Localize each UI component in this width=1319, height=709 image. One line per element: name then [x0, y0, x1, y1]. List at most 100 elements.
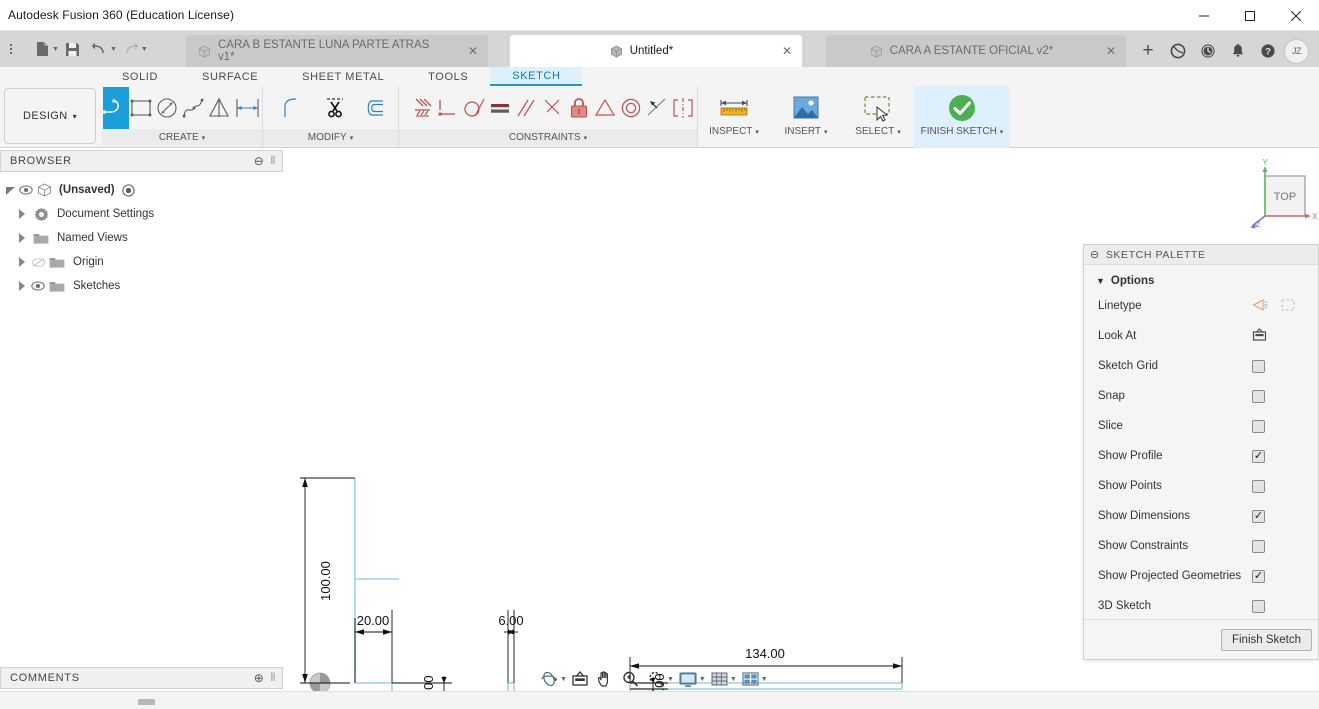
- offset-tool[interactable]: [356, 87, 397, 129]
- chevron-down-icon[interactable]: ▼: [110, 46, 117, 53]
- document-tab-1[interactable]: Untitled* ✕: [510, 35, 802, 67]
- viewports-icon[interactable]: [738, 667, 763, 691]
- symmetry-constraint[interactable]: [670, 87, 696, 129]
- maximize-button[interactable]: [1227, 0, 1273, 31]
- sketch-dimension-tool[interactable]: [233, 87, 263, 129]
- add-comment-icon[interactable]: ⊕: [254, 671, 265, 685]
- tree-item-origin[interactable]: Origin: [0, 250, 283, 274]
- construction-line-icon[interactable]: [1252, 298, 1268, 315]
- dim-100-label[interactable]: 100.00: [318, 561, 333, 601]
- ribbon-tab-solid[interactable]: SOLID: [100, 67, 180, 86]
- tree-item-named-views[interactable]: Named Views: [0, 226, 283, 250]
- horizontal-vertical-constraint[interactable]: [409, 87, 435, 129]
- options-section-header[interactable]: ▼ Options: [1084, 265, 1318, 291]
- equal-constraint[interactable]: [487, 87, 513, 129]
- workspace-switcher-button[interactable]: DESIGN ▾: [4, 88, 96, 144]
- zoom-icon[interactable]: [618, 667, 643, 691]
- panel-create-label[interactable]: CREATE ▾: [102, 129, 262, 146]
- parallel-constraint[interactable]: [513, 87, 539, 129]
- trim-tool[interactable]: [316, 87, 357, 129]
- visibility-eye-icon[interactable]: [30, 281, 46, 291]
- insert-button[interactable]: INSERT ▾: [770, 86, 842, 148]
- mirror-tool[interactable]: [207, 87, 233, 129]
- expander-icon[interactable]: [14, 209, 30, 219]
- rectangle-tool[interactable]: [129, 87, 155, 129]
- avatar[interactable]: JZ: [1284, 38, 1309, 64]
- look-at-icon[interactable]: [568, 667, 592, 691]
- expander-icon[interactable]: [14, 233, 30, 243]
- close-button[interactable]: [1273, 0, 1319, 31]
- line-tool[interactable]: [103, 86, 129, 129]
- collapse-icon[interactable]: ⊖: [1090, 248, 1100, 261]
- ribbon-tab-tools[interactable]: TOOLS: [406, 67, 490, 86]
- centerline-icon[interactable]: [1280, 298, 1296, 315]
- show-projected-geometries-checkbox[interactable]: ✓: [1252, 569, 1265, 583]
- grid-snaps-icon[interactable]: [707, 667, 732, 691]
- close-icon[interactable]: ✕: [468, 44, 478, 58]
- display-settings-icon[interactable]: [675, 667, 701, 691]
- pan-icon[interactable]: [593, 667, 617, 691]
- spline-tool[interactable]: [181, 87, 207, 129]
- chevron-down-icon[interactable]: ▼: [699, 676, 706, 683]
- look-at-icon[interactable]: [1252, 327, 1267, 345]
- timeline-bar[interactable]: [0, 691, 1319, 709]
- view-cube[interactable]: TOP Y X Z: [1243, 158, 1318, 230]
- slice-checkbox[interactable]: [1252, 419, 1265, 433]
- snap-checkbox[interactable]: [1252, 389, 1265, 403]
- show-profile-checkbox[interactable]: ✓: [1252, 449, 1265, 463]
- close-icon[interactable]: ✕: [1106, 44, 1116, 58]
- tree-item-unsaved[interactable]: (Unsaved): [0, 178, 283, 202]
- dim-20-label[interactable]: 20.00: [357, 613, 390, 628]
- orbit-icon[interactable]: [536, 667, 562, 691]
- grip-icon[interactable]: ⦀: [270, 155, 276, 168]
- panel-constraints-label[interactable]: CONSTRAINTS ▾: [399, 129, 697, 146]
- save-icon[interactable]: [60, 34, 86, 64]
- tree-item-sketches[interactable]: Sketches: [0, 274, 283, 298]
- recent-icon[interactable]: [1194, 36, 1222, 66]
- concentric-constraint[interactable]: [618, 87, 644, 129]
- finish-sketch-button[interactable]: FINISH SKETCH ▾: [914, 86, 1010, 148]
- chevron-down-icon[interactable]: ▼: [52, 46, 59, 53]
- perpendicular-constraint[interactable]: [539, 87, 565, 129]
- chevron-down-icon[interactable]: ▼: [730, 676, 737, 683]
- visibility-hidden-icon[interactable]: [30, 257, 46, 268]
- dim-6-label[interactable]: 6.00: [498, 613, 523, 628]
- undo-group[interactable]: ▼: [87, 34, 117, 64]
- expander-icon[interactable]: [14, 281, 30, 291]
- fillet-tool[interactable]: [275, 87, 316, 129]
- ribbon-tab-surface[interactable]: SURFACE: [180, 67, 280, 86]
- select-button[interactable]: SELECT ▾: [842, 86, 914, 148]
- ribbon-tab-sheet-metal[interactable]: SHEET METAL: [280, 67, 406, 86]
- redo-group[interactable]: ▼: [118, 34, 148, 64]
- collapse-icon[interactable]: ⊖: [254, 154, 265, 168]
- chevron-down-icon[interactable]: ▼: [560, 676, 567, 683]
- new-tab-button[interactable]: +: [1134, 36, 1162, 66]
- midpoint-constraint[interactable]: [592, 87, 618, 129]
- ribbon-tab-sketch[interactable]: SKETCH: [490, 67, 583, 86]
- chevron-down-icon[interactable]: ▼: [141, 46, 148, 53]
- app-menu-icon[interactable]: [2, 34, 28, 64]
- visibility-eye-icon[interactable]: [18, 185, 34, 195]
- circle-tool[interactable]: [155, 87, 181, 129]
- show-points-checkbox[interactable]: [1252, 479, 1265, 493]
- tree-item-document-settings[interactable]: Document Settings: [0, 202, 283, 226]
- zoom-window-icon[interactable]: [644, 667, 669, 691]
- document-tab-0[interactable]: CARA B ESTANTE LUNA PARTE ATRAS v1* ✕: [186, 35, 488, 67]
- show-constraints-checkbox[interactable]: [1252, 539, 1265, 553]
- chevron-down-icon[interactable]: ▼: [667, 676, 674, 683]
- minimize-button[interactable]: [1181, 0, 1227, 31]
- expander-icon[interactable]: [14, 257, 30, 267]
- sketch-grid-checkbox[interactable]: [1252, 359, 1265, 373]
- chevron-down-icon[interactable]: ▼: [761, 676, 768, 683]
- job-status-icon[interactable]: [1164, 36, 1192, 66]
- coincident-constraint[interactable]: [435, 87, 461, 129]
- document-tab-2[interactable]: CARA A ESTANTE OFICIAL v2* ✕: [826, 35, 1126, 67]
- palette-finish-sketch-button[interactable]: Finish Sketch: [1220, 628, 1312, 651]
- notifications-icon[interactable]: [1224, 36, 1252, 66]
- new-file-group[interactable]: ▼: [29, 34, 59, 64]
- expander-icon[interactable]: [2, 185, 18, 196]
- dim-134-label[interactable]: 134.00: [745, 646, 785, 661]
- grip-icon[interactable]: ⦀: [270, 672, 276, 685]
- collinear-constraint[interactable]: [644, 87, 670, 129]
- 3d-sketch-checkbox[interactable]: [1252, 599, 1265, 613]
